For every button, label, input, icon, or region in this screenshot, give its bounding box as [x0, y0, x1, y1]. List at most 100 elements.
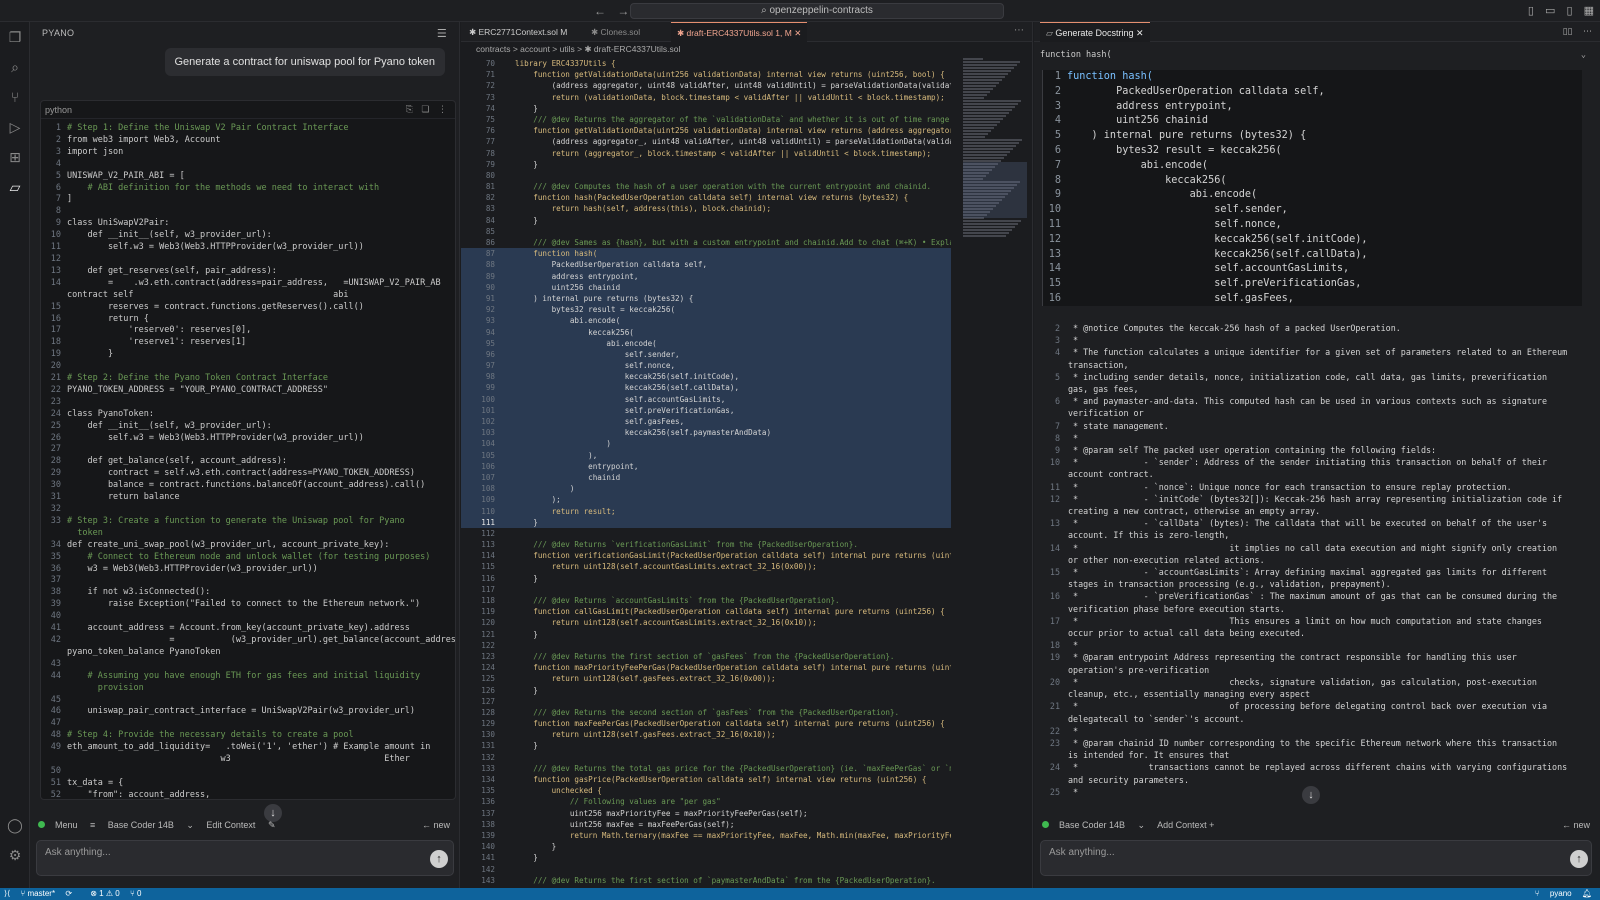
editor-line[interactable]: 96 self.sender, — [461, 348, 951, 361]
copy-icon[interactable]: ❏ — [421, 104, 429, 114]
editor-line[interactable]: 132 — [461, 752, 951, 763]
editor-line[interactable]: 100 self.accountGasLimits, — [461, 393, 951, 405]
editor-line[interactable]: 76 function getValidationData(uint256 va… — [461, 125, 951, 136]
editor-line[interactable]: 94 keccak256( — [461, 326, 951, 338]
editor-line[interactable]: 107 chainid — [461, 471, 951, 484]
source-control-icon[interactable]: ⑂ — [0, 84, 30, 110]
model-selector[interactable]: Base Coder 14B ⌄ — [108, 820, 194, 830]
tab-draft-erc4337utils[interactable]: ✱ draft-ERC4337Utils.sol 1, M ✕ — [671, 22, 808, 42]
more-options-icon[interactable]: ⋮ — [438, 104, 447, 114]
more-actions-icon[interactable]: ⋯ — [1014, 25, 1024, 36]
editor-line[interactable]: 121 } — [461, 629, 951, 640]
new-chat-button[interactable]: ← new — [1562, 820, 1590, 830]
editor-line[interactable]: 90 uint256 chainid — [461, 281, 951, 293]
minimap[interactable] — [963, 58, 1027, 258]
editor-line[interactable]: 81 /// @dev Computes the hash of a user … — [461, 181, 951, 192]
split-editor-icon[interactable]: ▯▯ — [1563, 26, 1573, 36]
solidity-code[interactable]: 70 library ERC4337Utils {71 function getV… — [461, 58, 951, 888]
editor-line[interactable]: 95 abi.encode( — [461, 337, 951, 349]
branch-indicator[interactable]: ⑂ master* ⟳ — [20, 889, 80, 898]
editor-line[interactable]: 140 } — [461, 841, 951, 852]
editor-line[interactable]: 126 } — [461, 685, 951, 696]
editor-line[interactable]: 83 return hash(self, address(this), bloc… — [461, 203, 951, 214]
profile-indicator[interactable]: ⑂ pyano — [1535, 889, 1572, 898]
tab-erc2771context[interactable]: ✱ ERC2771Context.sol M — [463, 22, 573, 42]
editor-line[interactable]: 77 (address aggregator_, uint48 validAft… — [461, 136, 951, 147]
editor-line[interactable]: 142 — [461, 864, 951, 875]
editor-line[interactable]: 97 self.nonce, — [461, 360, 951, 372]
send-arrow-icon[interactable]: ↑ — [430, 850, 448, 868]
problems-indicator[interactable]: ⊗ 1 ⚠ 0 — [90, 889, 119, 898]
ask-input[interactable]: Ask anything... — [1040, 840, 1592, 876]
editor-line[interactable]: 137 uint256 maxPriorityFee = maxPriority… — [461, 808, 951, 819]
back-arrow-icon[interactable]: ← — [594, 4, 606, 18]
notifications-bell-icon[interactable]: 🔔︎ — [1582, 889, 1592, 898]
editor-line[interactable]: 89 address entrypoint, — [461, 270, 951, 282]
minimap-viewport[interactable] — [963, 162, 1027, 218]
toggle-panel-icon[interactable]: ▭ — [1545, 5, 1555, 17]
editor-line[interactable]: 117 — [461, 584, 951, 595]
add-context-button[interactable]: Add Context + — [1157, 820, 1214, 830]
editor-line[interactable]: 115 return uint128(self.accountGasLimits… — [461, 561, 951, 572]
editor-line[interactable]: 99 keccak256(self.callData), — [461, 382, 951, 394]
hamburger-menu-icon[interactable]: ☰ — [437, 27, 447, 40]
editor-line[interactable]: 114 function verificationGasLimit(Packed… — [461, 550, 951, 561]
insert-icon[interactable]: ⎘ — [406, 104, 413, 114]
editor-line[interactable]: 135 unchecked { — [461, 785, 951, 796]
editor-line[interactable]: 123 /// @dev Returns the first section o… — [461, 651, 951, 662]
editor-line[interactable]: 79 } — [461, 159, 951, 170]
editor-line[interactable]: 112 — [461, 528, 951, 539]
ask-input[interactable]: Ask anything... — [36, 840, 454, 876]
run-debug-icon[interactable]: ▷ — [0, 114, 30, 140]
editor-line[interactable]: 88 PackedUserOperation calldata self, — [461, 259, 951, 271]
command-center-search[interactable]: ⌕ openzeppelin-contracts — [630, 3, 1004, 19]
send-arrow-icon[interactable]: ↑ — [1570, 850, 1588, 868]
editor-line[interactable]: 133 /// @dev Returns the total gas price… — [461, 763, 951, 774]
editor-line[interactable]: 74 } — [461, 103, 951, 114]
pyano-icon[interactable]: ▱ — [0, 174, 30, 200]
close-tab-icon[interactable]: ✕ — [794, 28, 801, 38]
breadcrumb[interactable]: contracts > account > utils > ✱ draft-ER… — [461, 42, 1032, 56]
editor-line[interactable]: 139 return Math.ternary(maxFee == maxPri… — [461, 830, 951, 841]
editor-line[interactable]: 85 — [461, 226, 951, 237]
toggle-secondary-sidebar-icon[interactable]: ▯ — [1566, 5, 1572, 17]
editor-line[interactable]: 143 /// @dev Returns the first section o… — [461, 875, 951, 886]
editor-line[interactable]: 71 function getValidationData(uint256 va… — [461, 69, 951, 80]
toggle-sidebar-icon[interactable]: ▯ — [1528, 5, 1534, 17]
editor-line[interactable]: 116 } — [461, 573, 951, 584]
forward-arrow-icon[interactable]: → — [617, 4, 629, 18]
editor-line[interactable]: 105 ), — [461, 449, 951, 461]
editor-line[interactable]: 118 /// @dev Returns `accountGasLimits` … — [461, 595, 951, 606]
editor-line[interactable]: 86 /// @dev Sames as {hash}, but with a … — [461, 237, 951, 248]
editor-line[interactable]: 111 } — [461, 516, 951, 528]
explorer-icon[interactable]: ❐ — [0, 24, 30, 50]
editor-line[interactable]: 122 — [461, 640, 951, 651]
editor-line[interactable]: 119 function callGasLimit(PackedUserOper… — [461, 606, 951, 617]
editor-line[interactable]: 110 return result; — [461, 505, 951, 517]
editor-line[interactable]: 101 self.preVerificationGas, — [461, 404, 951, 416]
editor-line[interactable]: 84 } — [461, 215, 951, 226]
editor-line[interactable]: 129 function maxFeePerGas(PackedUserOper… — [461, 718, 951, 729]
settings-gear-icon[interactable]: ⚙ — [0, 842, 30, 868]
editor-line[interactable]: 128 /// @dev Returns the second section … — [461, 707, 951, 718]
tab-generate-docstring[interactable]: ▱ Generate Docstring ✕ — [1040, 22, 1150, 42]
editor-line[interactable]: 109 ); — [461, 494, 951, 506]
editor-line[interactable]: 130 return uint128(self.gasFees.extract_… — [461, 729, 951, 740]
editor-line[interactable]: 131 } — [461, 740, 951, 751]
editor-line[interactable]: 113 /// @dev Returns `verificationGasLim… — [461, 539, 951, 550]
editor-line[interactable]: 104 ) — [461, 438, 951, 450]
remote-indicator-icon[interactable]: ⟩⟨ — [4, 889, 10, 898]
editor-line[interactable]: 127 — [461, 696, 951, 707]
editor-line[interactable]: 120 return uint128(self.accountGasLimits… — [461, 617, 951, 628]
editor-line[interactable]: 98 keccak256(self.initCode), — [461, 371, 951, 383]
editor-line[interactable]: 87 function hash( — [461, 248, 951, 260]
editor-line[interactable]: 103 keccak256(self.paymasterAndData) — [461, 427, 951, 439]
editor-line[interactable]: 78 return (aggregator_, block.timestamp … — [461, 148, 951, 159]
editor-line[interactable]: 134 function gasPrice(PackedUserOperatio… — [461, 774, 951, 785]
editor-line[interactable]: 82 function hash(PackedUserOperation cal… — [461, 192, 951, 203]
editor-line[interactable]: 72 (address aggregator, uint48 validAfte… — [461, 80, 951, 91]
extensions-icon[interactable]: ⊞ — [0, 144, 30, 170]
editor-line[interactable]: 91 ) internal pure returns (bytes32) { — [461, 292, 951, 305]
account-icon[interactable]: ◯ — [0, 812, 30, 838]
menu-button[interactable]: Menu ≡ — [38, 820, 95, 830]
